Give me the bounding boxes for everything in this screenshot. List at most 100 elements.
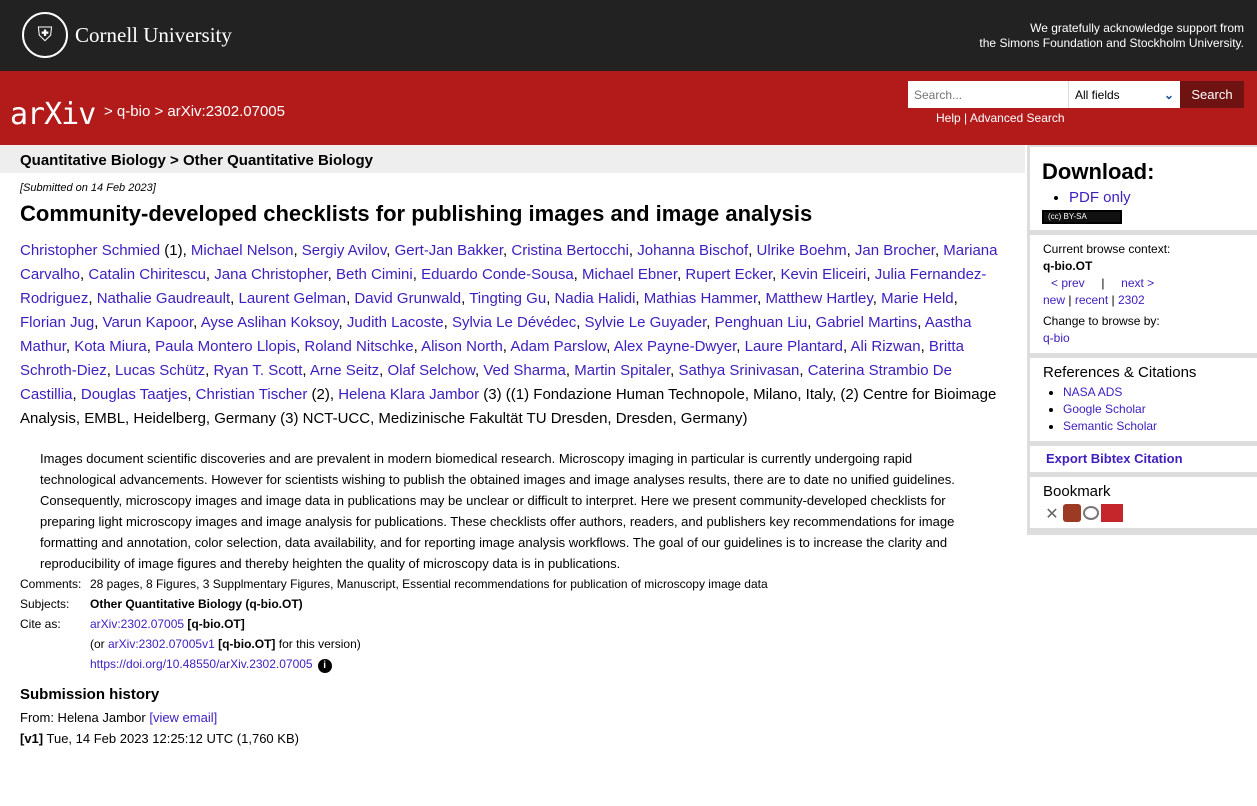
semantic-scholar-link[interactable]: Semantic Scholar <box>1063 419 1157 433</box>
author-link[interactable]: Ayse Aslihan Koksoy <box>201 314 339 331</box>
cite-label: Cite as: <box>20 617 61 631</box>
author-link[interactable]: Ryan T. Scott <box>213 362 302 379</box>
author-link[interactable]: Christian Tischer <box>196 386 308 403</box>
author-link[interactable]: Jana Christopher <box>214 266 327 283</box>
author-link[interactable]: Sathya Srinivasan <box>678 362 799 379</box>
cornell-banner: ⛨ Cornell University We gratefully ackno… <box>0 0 1257 71</box>
author-separator: , <box>920 338 929 355</box>
browse-context-box: Current browse context: q-bio.OT < prev … <box>1030 235 1257 353</box>
prev-link[interactable]: < prev <box>1051 276 1085 290</box>
nasa-ads-link[interactable]: NASA ADS <box>1063 385 1122 399</box>
browse-qbio-link[interactable]: q-bio <box>1043 331 1070 345</box>
university-name: Cornell University <box>75 22 232 47</box>
author-link[interactable]: Kevin Eliceiri <box>780 266 866 283</box>
bookmark-box: Bookmark ✕ <box>1030 477 1257 529</box>
author-separator: (2), <box>307 386 339 403</box>
author-link[interactable]: Arne Seitz <box>310 362 379 379</box>
from-text: From: Helena Jambor <box>20 710 150 725</box>
arxiv-v1-link[interactable]: arXiv:2302.07005v1 <box>108 637 215 651</box>
author-link[interactable]: Christopher Schmied <box>20 242 160 259</box>
bibsonomy-icon[interactable]: ✕ <box>1043 504 1061 523</box>
sciencewise-icon[interactable] <box>1101 504 1123 522</box>
author-link[interactable]: Michael Nelson <box>191 242 294 259</box>
author-link[interactable]: Rupert Ecker <box>685 266 772 283</box>
author-link[interactable]: Ali Rizwan <box>851 338 921 355</box>
recent-link[interactable]: recent <box>1075 293 1108 307</box>
arxiv-id-link[interactable]: arXiv:2302.07005 <box>90 617 184 631</box>
author-link[interactable]: Cristina Bertocchi <box>511 242 629 259</box>
author-link[interactable]: Judith Lacoste <box>347 314 444 331</box>
author-link[interactable]: Olaf Selchow <box>387 362 475 379</box>
author-link[interactable]: Sylvie Le Guyader <box>585 314 707 331</box>
author-link[interactable]: Varun Kapoor <box>103 314 194 331</box>
pdf-link[interactable]: PDF only <box>1069 189 1131 206</box>
author-separator: , <box>72 386 81 403</box>
mendeley-icon[interactable] <box>1063 504 1081 522</box>
author-link[interactable]: Douglas Taatjes <box>81 386 187 403</box>
author-link[interactable]: Catalin Chiritescu <box>88 266 206 283</box>
new-link[interactable]: new <box>1043 293 1065 307</box>
sidebar: Download: PDF only (cc) BY-SA Current br… <box>1027 145 1257 536</box>
author-link[interactable]: Marie Held <box>881 290 954 307</box>
author-link[interactable]: Eduardo Conde-Sousa <box>421 266 574 283</box>
google-scholar-link[interactable]: Google Scholar <box>1063 402 1146 416</box>
help-links: Help | Advanced Search <box>936 111 1065 125</box>
author-link[interactable]: Martin Spitaler <box>574 362 670 379</box>
author-link[interactable]: David Grunwald <box>354 290 461 307</box>
export-bibtex-link[interactable]: Export Bibtex Citation <box>1046 451 1183 466</box>
author-list: Christopher Schmied (1), Michael Nelson,… <box>0 227 1025 431</box>
author-separator: , <box>628 242 638 259</box>
author-link[interactable]: Ulrike Boehm <box>757 242 847 259</box>
author-link[interactable]: Adam Parslow <box>510 338 606 355</box>
month-link[interactable]: 2302 <box>1118 293 1145 307</box>
field-select[interactable]: All fields ⌄ <box>1068 81 1180 108</box>
author-link[interactable]: Roland Nitschke <box>304 338 413 355</box>
author-link[interactable]: Alison North <box>421 338 503 355</box>
subjects-value: Other Quantitative Biology (q-bio.OT) <box>90 597 303 611</box>
author-link[interactable]: Florian Jug <box>20 314 94 331</box>
author-separator: , <box>146 338 156 355</box>
author-link[interactable]: Alex Payne-Dwyer <box>614 338 737 355</box>
author-link[interactable]: Laure Plantard <box>745 338 843 355</box>
search-button[interactable]: Search <box>1180 81 1244 108</box>
comments-value: 28 pages, 8 Figures, 3 Supplmentary Figu… <box>90 577 768 591</box>
author-separator: , <box>338 314 347 331</box>
view-email-link[interactable]: [view email] <box>149 710 217 725</box>
search-input[interactable] <box>908 81 1068 108</box>
author-link[interactable]: Mathias Hammer <box>644 290 757 307</box>
author-link[interactable]: Johanna Bischof <box>637 242 748 259</box>
author-separator: , <box>443 314 452 331</box>
separator: | <box>1068 293 1072 307</box>
advanced-search-link[interactable]: Advanced Search <box>970 111 1065 125</box>
next-link[interactable]: next > <box>1121 276 1154 290</box>
author-link[interactable]: Gert-Jan Bakker <box>395 242 503 259</box>
author-link[interactable]: Jan Brocher <box>855 242 935 259</box>
cc-license-badge[interactable]: (cc) BY-SA <box>1042 210 1122 224</box>
author-link[interactable]: Tingting Gu <box>469 290 546 307</box>
doi-link[interactable]: https://doi.org/10.48550/arXiv.2302.0700… <box>90 657 313 671</box>
author-link[interactable]: Paula Montero Llopis <box>155 338 296 355</box>
author-link[interactable]: Matthew Hartley <box>765 290 872 307</box>
reddit-icon[interactable] <box>1083 506 1099 520</box>
info-icon[interactable]: i <box>317 659 332 673</box>
author-link[interactable]: Penghuan Liu <box>715 314 808 331</box>
author-link[interactable]: Nadia Halidi <box>555 290 636 307</box>
author-separator: , <box>94 314 103 331</box>
author-link[interactable]: Sylvia Le Dévédec <box>452 314 576 331</box>
author-link[interactable]: Kota Miura <box>74 338 147 355</box>
author-link[interactable]: Gabriel Martins <box>816 314 918 331</box>
breadcrumb[interactable]: > q-bio > arXiv:2302.07005 <box>104 103 285 120</box>
author-link[interactable]: Laurent Gelman <box>238 290 346 307</box>
help-link[interactable]: Help <box>936 111 961 125</box>
cornell-logo[interactable]: ⛨ Cornell University <box>22 12 232 58</box>
arxiv-logo[interactable]: arXiv <box>10 97 96 132</box>
author-link[interactable]: Nathalie Gaudreault <box>97 290 230 307</box>
author-link[interactable]: Lucas Schütz <box>115 362 205 379</box>
author-link[interactable]: Sergiy Avilov <box>302 242 387 259</box>
author-link[interactable]: Beth Cimini <box>336 266 413 283</box>
author-link[interactable]: Ved Sharma <box>483 362 566 379</box>
author-separator: , <box>205 266 215 283</box>
paper-title: Community-developed checklists for publi… <box>20 201 813 226</box>
author-link[interactable]: Michael Ebner <box>582 266 677 283</box>
author-link[interactable]: Helena Klara Jambor <box>338 386 479 403</box>
